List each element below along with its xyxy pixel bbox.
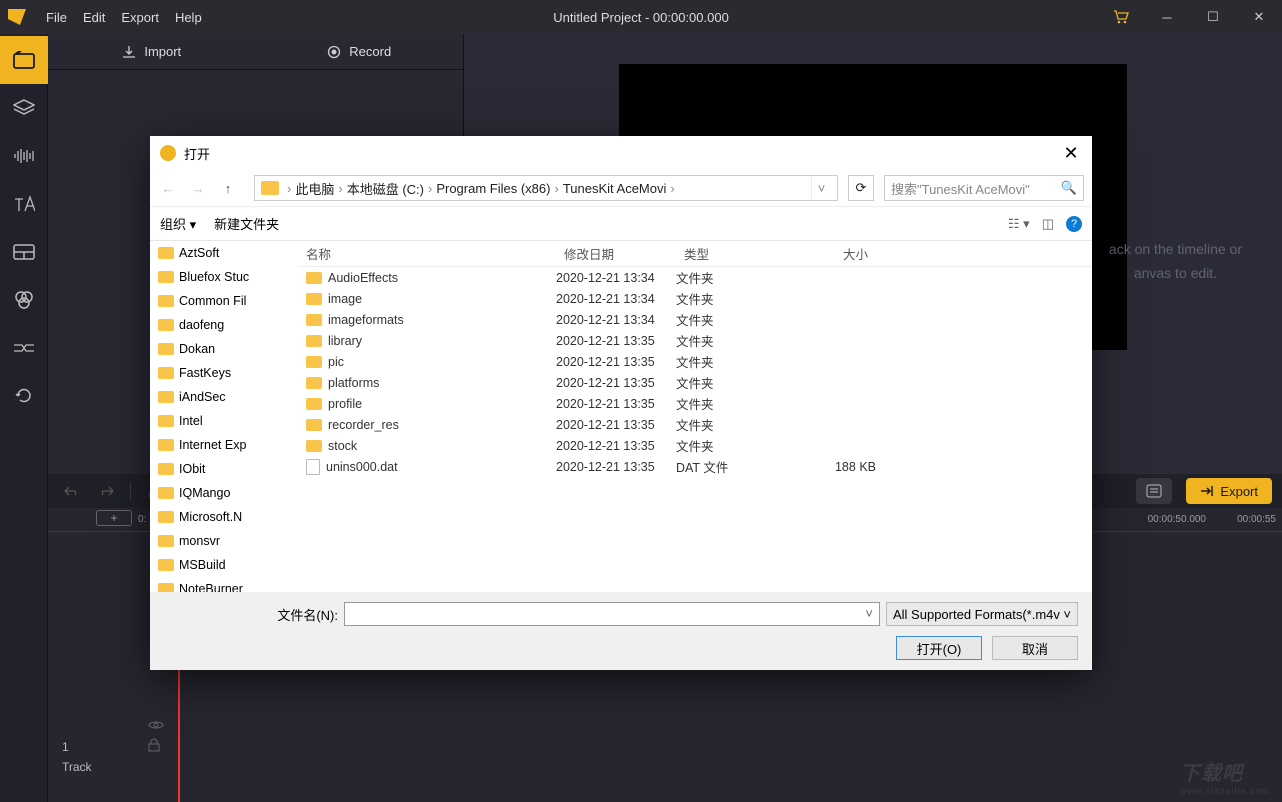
import-tab[interactable]: Import (48, 34, 256, 69)
maximize-button[interactable]: ☐ (1190, 0, 1236, 34)
tree-item[interactable]: Internet Exp (150, 433, 298, 457)
file-row[interactable]: unins000.dat2020-12-21 13:35DAT 文件188 KB (298, 456, 1092, 477)
refresh-button[interactable]: ⟳ (848, 175, 874, 201)
record-tab[interactable]: Record (256, 34, 464, 69)
media-tab-icon[interactable] (0, 36, 48, 84)
tree-item[interactable]: MSBuild (150, 553, 298, 577)
window-title: Untitled Project - 00:00:00.000 (553, 10, 729, 25)
search-input[interactable]: 搜索"TunesKit AceMovi" 🔍 (884, 175, 1084, 201)
file-list[interactable]: 名称 修改日期 类型 大小 AudioEffects2020-12-21 13:… (298, 241, 1092, 592)
organize-button[interactable]: 组织 ▾ (160, 214, 196, 233)
file-row[interactable]: profile2020-12-21 13:35文件夹 (298, 393, 1092, 414)
breadcrumb[interactable]: › 此电脑› 本地磁盘 (C:)› Program Files (x86)› T… (254, 175, 838, 201)
nav-forward-icon[interactable]: → (188, 181, 208, 196)
redo-button[interactable] (92, 479, 120, 503)
dialog-title: 打开 (184, 144, 210, 163)
record-icon (327, 45, 341, 59)
new-folder-button[interactable]: 新建文件夹 (214, 214, 279, 233)
tree-item[interactable]: Microsoft.N (150, 505, 298, 529)
watermark: 下载吧 www.xiazaiba.com (1180, 757, 1270, 796)
tree-item[interactable]: FastKeys (150, 361, 298, 385)
menu-export[interactable]: Export (121, 10, 159, 25)
titlebar: File Edit Export Help Untitled Project -… (0, 0, 1282, 34)
file-filter-select[interactable]: All Supported Formats(*.m4v˅ (886, 602, 1078, 626)
help-icon[interactable]: ? (1066, 216, 1082, 232)
tree-item[interactable]: AztSoft (150, 241, 298, 265)
export-icon (1200, 485, 1214, 497)
preview-pane-button[interactable]: ◫ (1042, 216, 1054, 232)
folder-tree[interactable]: AztSoftBluefox StucCommon FildaofengDoka… (150, 241, 298, 592)
file-row[interactable]: AudioEffects2020-12-21 13:34文件夹 (298, 267, 1092, 288)
tree-item[interactable]: iAndSec (150, 385, 298, 409)
dialog-nav: ← → ↑ › 此电脑› 本地磁盘 (C:)› Program Files (x… (150, 170, 1092, 206)
tree-item[interactable]: monsvr (150, 529, 298, 553)
tree-item[interactable]: daofeng (150, 313, 298, 337)
minimize-button[interactable]: ─ (1144, 0, 1190, 34)
import-label: Import (144, 44, 181, 59)
text-icon[interactable] (0, 180, 48, 228)
search-icon: 🔍 (1061, 180, 1077, 196)
file-row[interactable]: recorder_res2020-12-21 13:35文件夹 (298, 414, 1092, 435)
tree-item[interactable]: Bluefox Stuc (150, 265, 298, 289)
tree-item[interactable]: IQMango (150, 481, 298, 505)
left-sidebar (0, 34, 48, 802)
tree-item[interactable]: Common Fil (150, 289, 298, 313)
animation-icon[interactable] (0, 372, 48, 420)
track-visibility-icon[interactable] (148, 720, 164, 730)
filters-icon[interactable] (0, 276, 48, 324)
tree-item[interactable]: Dokan (150, 337, 298, 361)
file-row[interactable]: pic2020-12-21 13:35文件夹 (298, 351, 1092, 372)
tree-item[interactable]: NoteBurner (150, 577, 298, 592)
add-track-button[interactable]: + (96, 510, 132, 526)
track-label: 1 Track (62, 740, 92, 774)
tree-item[interactable]: Intel (150, 409, 298, 433)
record-label: Record (349, 44, 391, 59)
filename-input[interactable]: ˅ (344, 602, 880, 626)
app-logo-icon (0, 0, 34, 34)
view-mode-button[interactable]: ☷ ▾ (1008, 216, 1030, 232)
close-button[interactable]: ✕ (1236, 0, 1282, 34)
transition-icon[interactable] (0, 324, 48, 372)
file-row[interactable]: imageformats2020-12-21 13:34文件夹 (298, 309, 1092, 330)
folder-icon (261, 181, 279, 195)
tree-item[interactable]: IObit (150, 457, 298, 481)
open-button[interactable]: 打开(O) (896, 636, 982, 660)
filename-label: 文件名(N): (164, 605, 338, 624)
export-button[interactable]: Export (1186, 478, 1272, 504)
dialog-close-button[interactable]: ✕ (1060, 143, 1082, 164)
cart-icon[interactable] (1098, 0, 1144, 34)
file-row[interactable]: stock2020-12-21 13:35文件夹 (298, 435, 1092, 456)
breadcrumb-dropdown-icon[interactable]: ˅ (811, 176, 831, 200)
elements-icon[interactable] (0, 228, 48, 276)
menu-file[interactable]: File (46, 10, 67, 25)
dialog-app-icon (160, 145, 176, 161)
properties-button[interactable] (1136, 478, 1172, 504)
nav-up-icon[interactable]: ↑ (218, 181, 238, 196)
track-lock-icon[interactable] (148, 738, 164, 752)
dialog-toolbar: 组织 ▾ 新建文件夹 ☷ ▾ ◫ ? (150, 206, 1092, 240)
dialog-footer: 文件名(N): ˅ All Supported Formats(*.m4v˅ 打… (150, 592, 1092, 670)
layers-icon[interactable] (0, 84, 48, 132)
cancel-button[interactable]: 取消 (992, 636, 1078, 660)
file-row[interactable]: library2020-12-21 13:35文件夹 (298, 330, 1092, 351)
undo-button[interactable] (58, 479, 86, 503)
menu-help[interactable]: Help (175, 10, 202, 25)
hint-text: ack on the timeline or anvas to edit. (1109, 238, 1242, 286)
menu-edit[interactable]: Edit (83, 10, 105, 25)
import-icon (122, 45, 136, 59)
dialog-titlebar: 打开 ✕ (150, 136, 1092, 170)
nav-back-icon[interactable]: ← (158, 181, 178, 196)
audio-icon[interactable] (0, 132, 48, 180)
file-row[interactable]: image2020-12-21 13:34文件夹 (298, 288, 1092, 309)
column-headers[interactable]: 名称 修改日期 类型 大小 (298, 241, 1092, 267)
main-menu: File Edit Export Help (34, 10, 214, 25)
file-open-dialog: 打开 ✕ ← → ↑ › 此电脑› 本地磁盘 (C:)› Program Fil… (150, 136, 1092, 670)
file-row[interactable]: platforms2020-12-21 13:35文件夹 (298, 372, 1092, 393)
